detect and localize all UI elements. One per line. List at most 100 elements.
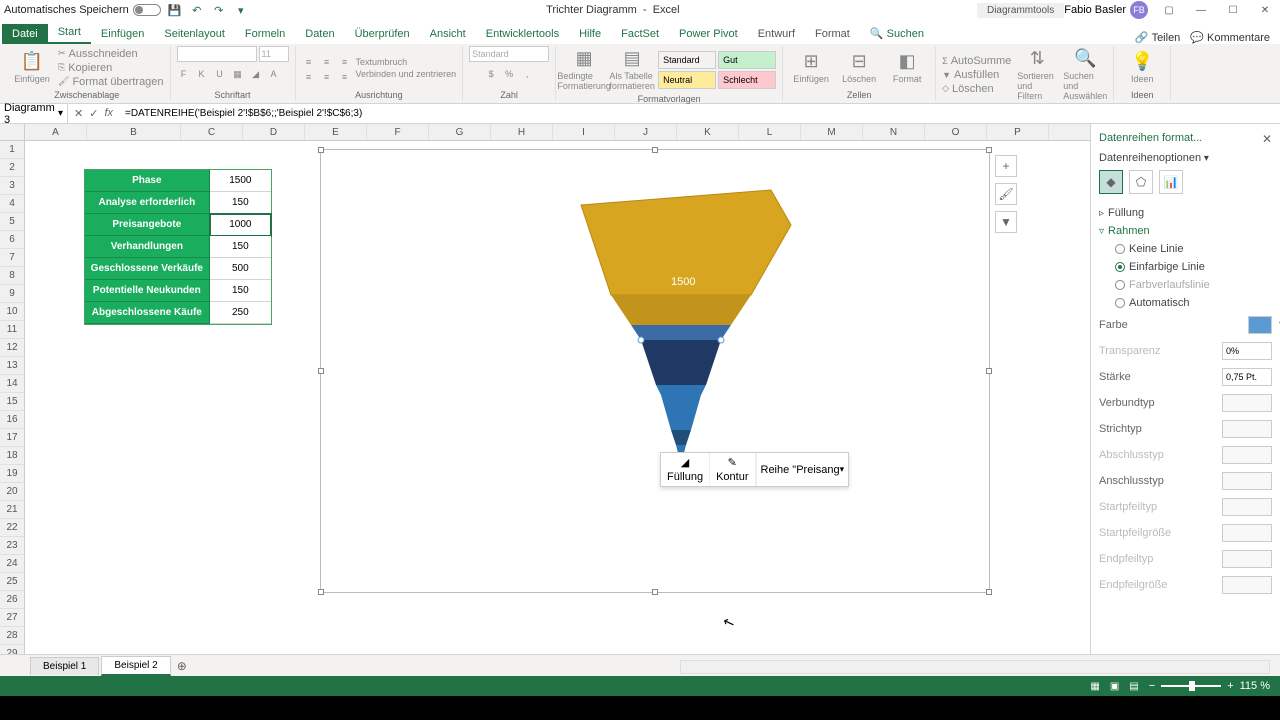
maximize-icon[interactable]: ☐ <box>1222 5 1244 16</box>
chart-styles-button[interactable]: 🖌 <box>995 183 1017 205</box>
row-header[interactable]: 22 <box>0 519 25 537</box>
cells-insert-button[interactable]: ⊞Einfügen <box>789 49 833 86</box>
row-header[interactable]: 6 <box>0 231 25 249</box>
row-header[interactable]: 21 <box>0 501 25 519</box>
cells-format-button[interactable]: ◧Format <box>885 49 929 86</box>
clear-button[interactable]: ◇ Löschen <box>942 83 1011 95</box>
series-options-tab-icon[interactable]: 📊 <box>1159 170 1183 194</box>
tab-design[interactable]: Entwurf <box>748 24 805 44</box>
horizontal-scrollbar[interactable] <box>680 660 1270 674</box>
row-header[interactable]: 28 <box>0 627 25 645</box>
tab-help[interactable]: Hilfe <box>569 24 611 44</box>
zoom-out-button[interactable]: − <box>1149 680 1155 692</box>
dash-dropdown[interactable] <box>1222 420 1272 438</box>
copy-button[interactable]: ⎘ Kopieren <box>58 62 164 74</box>
row-header[interactable]: 11 <box>0 321 25 339</box>
col-header[interactable]: E <box>305 124 367 140</box>
paste-button[interactable]: 📋Einfügen <box>10 49 54 86</box>
chart-elements-button[interactable]: + <box>995 155 1017 177</box>
tab-home[interactable]: Start <box>48 22 91 44</box>
find-select-button[interactable]: 🔍Suchen und Auswählen <box>1063 46 1107 103</box>
page-break-view-icon[interactable]: ▤ <box>1129 681 1138 692</box>
row-header[interactable]: 2 <box>0 159 25 177</box>
tab-format[interactable]: Format <box>805 24 860 44</box>
name-box[interactable]: Diagramm 3 ▾ <box>0 104 68 123</box>
cap-dropdown[interactable] <box>1222 446 1272 464</box>
row-header[interactable]: 20 <box>0 483 25 501</box>
sort-filter-button[interactable]: ⇅Sortieren und Filtern <box>1015 46 1059 103</box>
table-row-value[interactable]: 150 <box>210 280 271 302</box>
col-header[interactable]: C <box>181 124 243 140</box>
col-header[interactable]: P <box>987 124 1049 140</box>
row-header[interactable]: 8 <box>0 267 25 285</box>
search-tab[interactable]: 🔍 Suchen <box>860 23 934 44</box>
line-color-picker[interactable] <box>1248 316 1272 334</box>
fx-icon[interactable]: fx <box>104 107 113 120</box>
italic-button[interactable]: K <box>195 69 209 80</box>
tab-insert[interactable]: Einfügen <box>91 24 154 44</box>
fill-button[interactable]: ▼ Ausfüllen <box>942 69 1011 81</box>
auto-line-option[interactable]: Automatisch <box>1099 294 1272 312</box>
cells-delete-button[interactable]: ⊟Löschen <box>837 49 881 86</box>
mini-fill-button[interactable]: ◢Füllung <box>661 453 710 486</box>
transparency-input[interactable] <box>1222 342 1272 360</box>
style-neutral[interactable]: Neutral <box>658 71 716 89</box>
align-middle-icon[interactable]: ≡ <box>320 57 334 67</box>
funnel-chart[interactable]: 1500 <box>571 185 801 475</box>
font-name-input[interactable] <box>177 46 257 62</box>
row-header[interactable]: 17 <box>0 429 25 447</box>
col-header[interactable]: L <box>739 124 801 140</box>
ideas-button[interactable]: 💡Ideen <box>1120 49 1164 86</box>
select-all-corner[interactable] <box>0 124 25 140</box>
row-header[interactable]: 29 <box>0 645 25 654</box>
end-arrow-dropdown[interactable] <box>1222 550 1272 568</box>
join-dropdown[interactable] <box>1222 472 1272 490</box>
merge-button[interactable]: Verbinden und zentrieren <box>356 69 457 79</box>
align-bottom-icon[interactable]: ≡ <box>338 57 352 67</box>
redo-icon[interactable]: ↷ <box>211 2 227 18</box>
comments-button[interactable]: 💬 Kommentare <box>1190 31 1270 44</box>
begin-arrow-dropdown[interactable] <box>1222 498 1272 516</box>
col-header[interactable]: H <box>491 124 553 140</box>
row-header[interactable]: 26 <box>0 591 25 609</box>
row-header[interactable]: 16 <box>0 411 25 429</box>
style-bad[interactable]: Schlecht <box>718 71 776 89</box>
page-layout-view-icon[interactable]: ▣ <box>1110 681 1119 692</box>
align-center-icon[interactable]: ≡ <box>320 72 334 82</box>
border-button[interactable]: ▦ <box>231 69 245 80</box>
col-header[interactable]: O <box>925 124 987 140</box>
col-header[interactable]: I <box>553 124 615 140</box>
style-standard[interactable]: Standard <box>658 51 716 69</box>
table-row-value[interactable]: 1000 <box>210 214 271 236</box>
sheet-tab-1[interactable]: Beispiel 1 <box>30 657 99 675</box>
tab-view[interactable]: Ansicht <box>420 24 476 44</box>
table-row-value[interactable]: 150 <box>210 192 271 214</box>
align-top-icon[interactable]: ≡ <box>302 57 316 67</box>
row-header[interactable]: 1 <box>0 141 25 159</box>
row-header[interactable]: 3 <box>0 177 25 195</box>
row-header[interactable]: 5 <box>0 213 25 231</box>
align-left-icon[interactable]: ≡ <box>302 72 316 82</box>
chart-filter-button[interactable]: ▼ <box>995 211 1017 233</box>
currency-icon[interactable]: $ <box>484 69 498 79</box>
table-row-value[interactable]: 500 <box>210 258 271 280</box>
user-account[interactable]: Fabio Basler FB <box>1064 1 1148 19</box>
pane-subtitle[interactable]: Datenreihenoptionen ▾ <box>1099 152 1272 164</box>
begin-size-dropdown[interactable] <box>1222 524 1272 542</box>
row-header[interactable]: 7 <box>0 249 25 267</box>
zoom-in-button[interactable]: + <box>1227 680 1233 692</box>
tab-data[interactable]: Daten <box>295 24 344 44</box>
tab-review[interactable]: Überprüfen <box>345 24 420 44</box>
zoom-level[interactable]: 115 % <box>1240 680 1270 692</box>
tab-factset[interactable]: FactSet <box>611 24 669 44</box>
row-header[interactable]: 14 <box>0 375 25 393</box>
mini-outline-button[interactable]: ✎Kontur <box>710 453 755 486</box>
normal-view-icon[interactable]: ▦ <box>1090 681 1099 692</box>
col-header[interactable]: D <box>243 124 305 140</box>
row-header[interactable]: 18 <box>0 447 25 465</box>
row-header[interactable]: 25 <box>0 573 25 591</box>
table-row-value[interactable]: 150 <box>210 236 271 258</box>
cond-format-button[interactable]: ▦Bedingte Formatierung <box>562 46 606 93</box>
fill-section-header[interactable]: ▹ Füllung <box>1099 204 1272 222</box>
sheet-tab-2[interactable]: Beispiel 2 <box>101 656 170 676</box>
